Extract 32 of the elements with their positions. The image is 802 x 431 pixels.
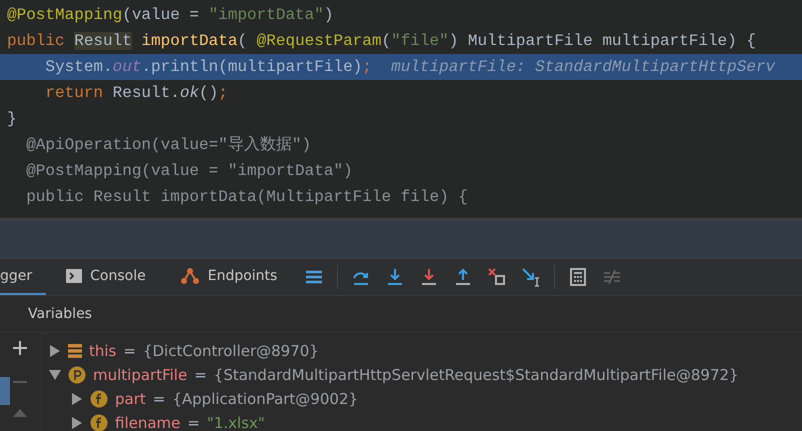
- code-line: @ApiOperation(value="导入数据"): [25, 134, 312, 156]
- panel-tab[interactable]: Console: [52, 259, 160, 295]
- variable-value: {ApplicationPart@9002}: [172, 390, 358, 408]
- panel-tab[interactable]: Endpoints: [166, 259, 292, 295]
- code-line: public Result importData( @RequestParam("file") MultipartFile multipartFile) {: [6, 31, 757, 52]
- variable-value: {DictController@8970}: [142, 342, 319, 360]
- expand-arrow-icon[interactable]: [71, 417, 83, 429]
- variable-name: part: [115, 390, 146, 408]
- code-line: @PostMapping(value = "importData"): [25, 161, 354, 182]
- code-line: }: [6, 109, 18, 130]
- expand-arrow-icon[interactable]: [49, 345, 61, 357]
- collapse-arrow-icon[interactable]: [49, 369, 61, 381]
- stack-icon: [68, 343, 82, 359]
- variable-name: this: [89, 342, 116, 360]
- expand-arrow-icon[interactable]: [71, 393, 83, 405]
- variable-value: {StandardMultipartHttpServletRequest$StandardMultipartFile@8972}: [214, 366, 739, 384]
- equals-sign: =: [194, 366, 207, 384]
- code-line: public Result importData(MultipartFile file) {: [25, 187, 469, 208]
- variable-value: "1.xlsx": [206, 414, 265, 431]
- variable-name: multipartFile: [93, 366, 188, 384]
- code-line: return Result.ok();: [44, 83, 229, 104]
- sidebar-edge: [0, 377, 10, 405]
- field-icon: [90, 390, 108, 408]
- code-line: @PostMapping(value = "importData"): [6, 5, 334, 26]
- equals-sign: =: [123, 342, 136, 360]
- parameter-icon: [68, 366, 86, 384]
- add-icon[interactable]: [13, 341, 27, 355]
- equals-sign: =: [187, 414, 200, 431]
- variable-name: filename: [115, 414, 180, 431]
- equals-sign: =: [152, 390, 166, 408]
- nodes-icon: [180, 266, 200, 286]
- console-icon: [66, 269, 82, 283]
